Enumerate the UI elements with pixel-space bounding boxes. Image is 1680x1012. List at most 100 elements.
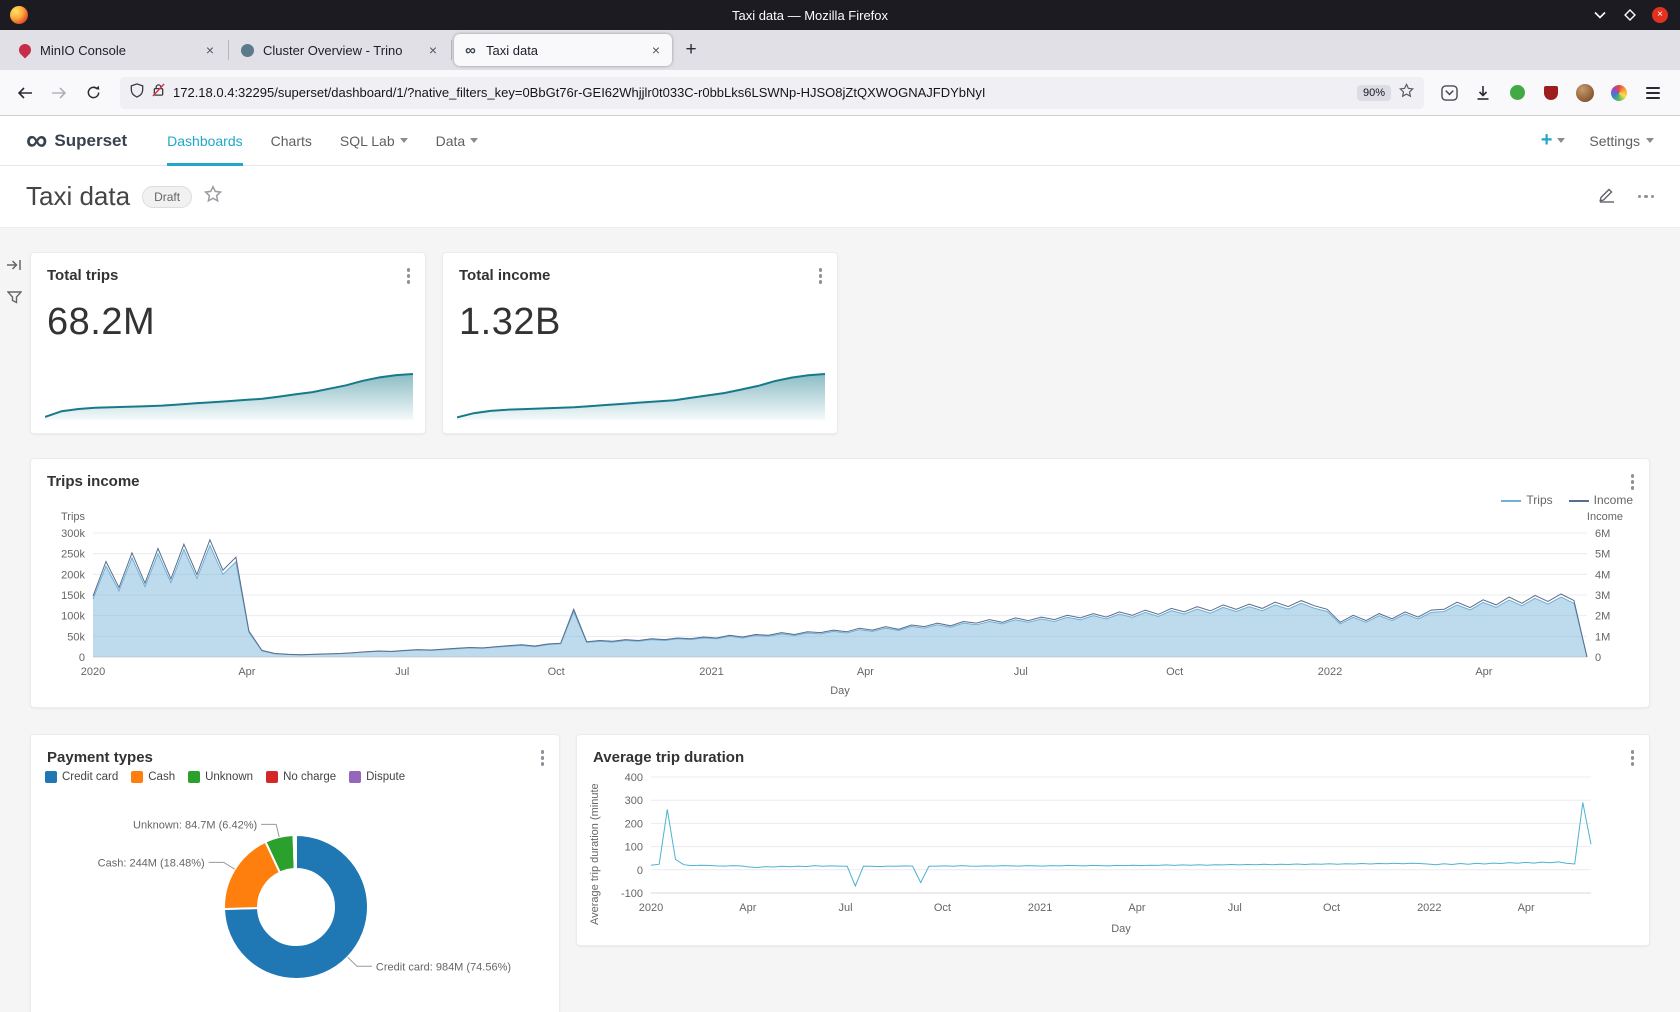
card-menu-button[interactable] xyxy=(404,265,414,287)
svg-text:200: 200 xyxy=(625,818,643,830)
nav-item-data[interactable]: Data xyxy=(436,116,479,166)
svg-text:400: 400 xyxy=(625,772,643,784)
window-maximize-button[interactable] xyxy=(1622,7,1638,23)
tab-close-button[interactable]: × xyxy=(426,42,440,58)
legend-item[interactable]: Unknown xyxy=(188,771,253,783)
trips-income-chart[interactable]: 300k250k200k150k100k50k06M5M4M3M2M1M0202… xyxy=(45,527,1635,699)
pencil-icon xyxy=(1598,185,1616,203)
superset-logo[interactable]: ∞ Superset xyxy=(26,126,127,156)
svg-text:-100: -100 xyxy=(621,888,643,900)
page-title: Taxi data xyxy=(26,181,130,212)
svg-text:2022: 2022 xyxy=(1318,666,1342,678)
big-number-value: 68.2M xyxy=(47,301,155,344)
tab-trino-cluster[interactable]: Cluster Overview - Trino × xyxy=(231,34,449,66)
trips-sparkline[interactable] xyxy=(45,369,413,421)
filter-funnel-icon[interactable] xyxy=(7,291,22,309)
filter-rail xyxy=(6,258,22,309)
tab-minio-console[interactable]: MinIO Console × xyxy=(8,34,226,66)
svg-text:Oct: Oct xyxy=(1166,666,1183,678)
tab-close-button[interactable]: × xyxy=(203,42,217,58)
settings-menu[interactable]: Settings xyxy=(1589,133,1654,149)
card-menu-button[interactable] xyxy=(538,747,548,769)
nav-item-dashboards[interactable]: Dashboards xyxy=(167,116,243,166)
svg-text:Oct: Oct xyxy=(934,902,951,914)
window-title: Taxi data — Mozilla Firefox xyxy=(28,8,1592,23)
chart-title: Average trip duration xyxy=(593,749,744,766)
svg-text:6M: 6M xyxy=(1595,528,1610,540)
bookmark-star-icon[interactable] xyxy=(1399,83,1414,103)
menu-button[interactable] xyxy=(1642,82,1664,104)
connection-lock-icon[interactable] xyxy=(152,83,165,102)
browser-toolbar: 172.18.0.4:32295/superset/dashboard/1/?n… xyxy=(0,70,1680,116)
svg-text:3M: 3M xyxy=(1595,590,1610,602)
svg-text:2022: 2022 xyxy=(1417,902,1441,914)
hamburger-icon xyxy=(1646,87,1660,99)
card-trips-income: Trips income Trips Income Trips Income 30… xyxy=(30,458,1650,708)
big-number-value: 1.32B xyxy=(459,301,561,344)
svg-text:Unknown: 84.7M (6.42%): Unknown: 84.7M (6.42%) xyxy=(133,819,257,831)
legend-item[interactable]: Trips xyxy=(1501,493,1552,507)
trips-income-legend[interactable]: Trips Income xyxy=(1501,493,1633,507)
svg-text:Apr: Apr xyxy=(1128,902,1145,914)
extension-green-icon[interactable] xyxy=(1506,82,1528,104)
tracking-protection-shield-icon[interactable] xyxy=(130,83,144,103)
pocket-button[interactable] xyxy=(1438,82,1460,104)
svg-text:5M: 5M xyxy=(1595,549,1610,561)
back-button[interactable] xyxy=(10,78,40,108)
url-bar[interactable]: 172.18.0.4:32295/superset/dashboard/1/?n… xyxy=(120,77,1424,109)
dashboard-header: Taxi data Draft xyxy=(0,166,1680,228)
svg-text:Jul: Jul xyxy=(1228,902,1242,914)
card-menu-button[interactable] xyxy=(816,265,826,287)
svg-text:Apr: Apr xyxy=(739,902,756,914)
tab-taxi-data[interactable]: ∞ Taxi data × xyxy=(454,34,672,66)
card-avg-duration: Average trip duration Average trip durat… xyxy=(576,734,1650,946)
svg-text:Day: Day xyxy=(830,685,850,697)
svg-text:Credit card: 984M (74.56%): Credit card: 984M (74.56%) xyxy=(376,961,511,973)
firefox-icon xyxy=(10,6,28,24)
card-menu-button[interactable] xyxy=(1628,747,1638,769)
url-text[interactable]: 172.18.0.4:32295/superset/dashboard/1/?n… xyxy=(173,85,1349,100)
legend-item[interactable]: Income xyxy=(1569,493,1633,507)
chevron-down-icon xyxy=(400,138,408,143)
zoom-indicator[interactable]: 90% xyxy=(1357,85,1391,101)
extension-pinwheel-icon[interactable] xyxy=(1608,82,1630,104)
svg-text:Apr: Apr xyxy=(857,666,874,678)
payment-legend[interactable]: Credit card Cash Unknown No charge Dispute xyxy=(45,771,553,783)
card-menu-button[interactable] xyxy=(1628,471,1638,493)
svg-text:4M: 4M xyxy=(1595,569,1610,581)
legend-item[interactable]: Dispute xyxy=(349,771,405,783)
card-total-trips: Total trips 68.2M xyxy=(30,252,426,434)
income-sparkline[interactable] xyxy=(457,369,825,421)
chart-title: Trips income xyxy=(47,473,140,490)
window-close-button[interactable]: × xyxy=(1652,7,1668,23)
svg-text:150k: 150k xyxy=(61,590,85,602)
avg-duration-chart[interactable]: 4003002001000-1002020AprJulOct2021AprJul… xyxy=(611,769,1621,937)
account-avatar[interactable] xyxy=(1574,82,1596,104)
legend-item[interactable]: No charge xyxy=(266,771,336,783)
svg-text:50k: 50k xyxy=(67,631,85,643)
expand-filters-button[interactable] xyxy=(6,258,22,277)
legend-item[interactable]: Cash xyxy=(131,771,175,783)
favorite-star-button[interactable] xyxy=(204,185,222,208)
legend-item[interactable]: Credit card xyxy=(45,771,118,783)
new-item-plus-button[interactable]: + xyxy=(1541,129,1566,152)
svg-text:300k: 300k xyxy=(61,528,85,540)
svg-text:Oct: Oct xyxy=(548,666,565,678)
svg-text:200k: 200k xyxy=(61,569,85,581)
nav-item-sql-lab[interactable]: SQL Lab xyxy=(340,116,408,166)
tab-close-button[interactable]: × xyxy=(649,42,663,58)
trino-icon xyxy=(240,43,255,58)
tab-separator xyxy=(228,40,229,60)
payment-donut-chart[interactable]: Credit card: 984M (74.56%)Cash: 244M (18… xyxy=(31,789,561,1012)
new-tab-button[interactable]: + xyxy=(676,35,706,65)
svg-text:2M: 2M xyxy=(1595,611,1610,623)
nav-item-charts[interactable]: Charts xyxy=(271,116,312,166)
reload-button[interactable] xyxy=(78,78,108,108)
brand-name: Superset xyxy=(54,131,127,151)
dashboard-actions-button[interactable] xyxy=(1638,195,1655,199)
window-minimize-button[interactable] xyxy=(1592,7,1608,23)
forward-button[interactable] xyxy=(44,78,74,108)
ublock-extension-icon[interactable] xyxy=(1540,82,1562,104)
edit-dashboard-button[interactable] xyxy=(1598,185,1616,208)
downloads-button[interactable] xyxy=(1472,82,1494,104)
